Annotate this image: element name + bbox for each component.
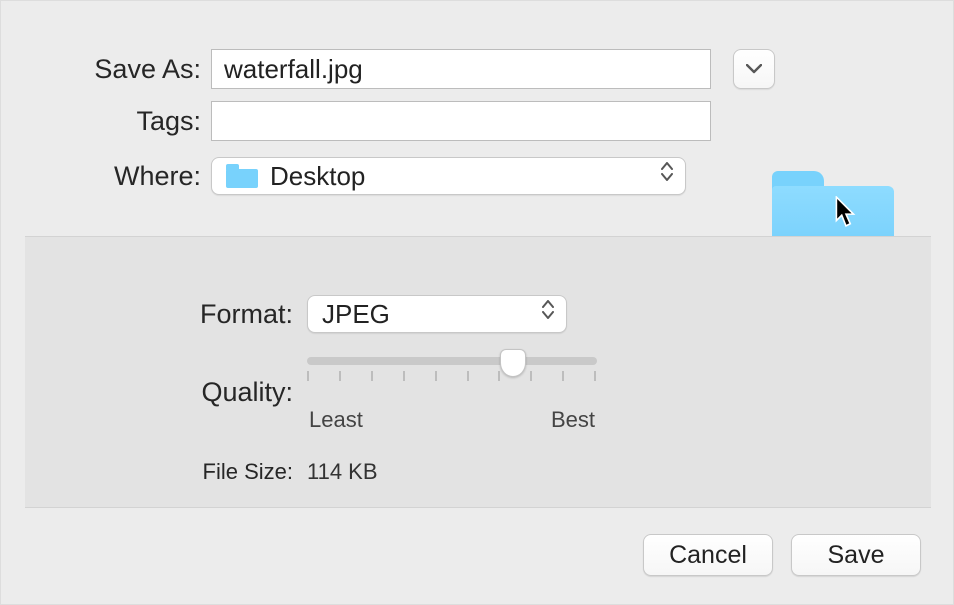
tags-row: Tags: [41, 101, 953, 141]
format-label: Format: [25, 299, 307, 330]
format-row: Format: JPEG [25, 295, 931, 333]
quality-row: Quality: Least Best [25, 351, 931, 433]
tags-label: Tags: [41, 106, 211, 137]
where-label: Where: [41, 161, 211, 192]
folder-icon [226, 164, 258, 188]
save-dialog: Save As: Tags: Where: Desktop Wallpapers [0, 0, 954, 605]
slider-range-labels: Least Best [307, 407, 597, 433]
quality-label: Quality: [25, 377, 307, 408]
updown-icon [542, 300, 554, 319]
save-as-row: Save As: [41, 49, 953, 89]
slider-ticks [307, 371, 597, 385]
save-as-label: Save As: [41, 54, 211, 85]
format-value: JPEG [322, 299, 390, 330]
tags-input[interactable] [211, 101, 711, 141]
options-panel: Format: JPEG Quality: [25, 236, 931, 508]
dialog-buttons: Cancel Save [643, 534, 921, 576]
slider-track [307, 357, 597, 365]
filesize-label: File Size: [25, 459, 307, 485]
slider-max-label: Best [551, 407, 595, 433]
where-select[interactable]: Desktop [211, 157, 686, 195]
slider-min-label: Least [309, 407, 363, 433]
filesize-row: File Size: 114 KB [25, 459, 931, 485]
updown-icon [661, 162, 673, 181]
format-select[interactable]: JPEG [307, 295, 567, 333]
filename-input[interactable] [211, 49, 711, 89]
filesize-value: 114 KB [307, 459, 378, 485]
where-value: Desktop [270, 161, 671, 192]
cancel-button[interactable]: Cancel [643, 534, 773, 576]
expand-button[interactable] [733, 49, 775, 89]
quality-slider[interactable]: Least Best [307, 351, 597, 433]
save-button[interactable]: Save [791, 534, 921, 576]
chevron-down-icon [746, 64, 762, 74]
